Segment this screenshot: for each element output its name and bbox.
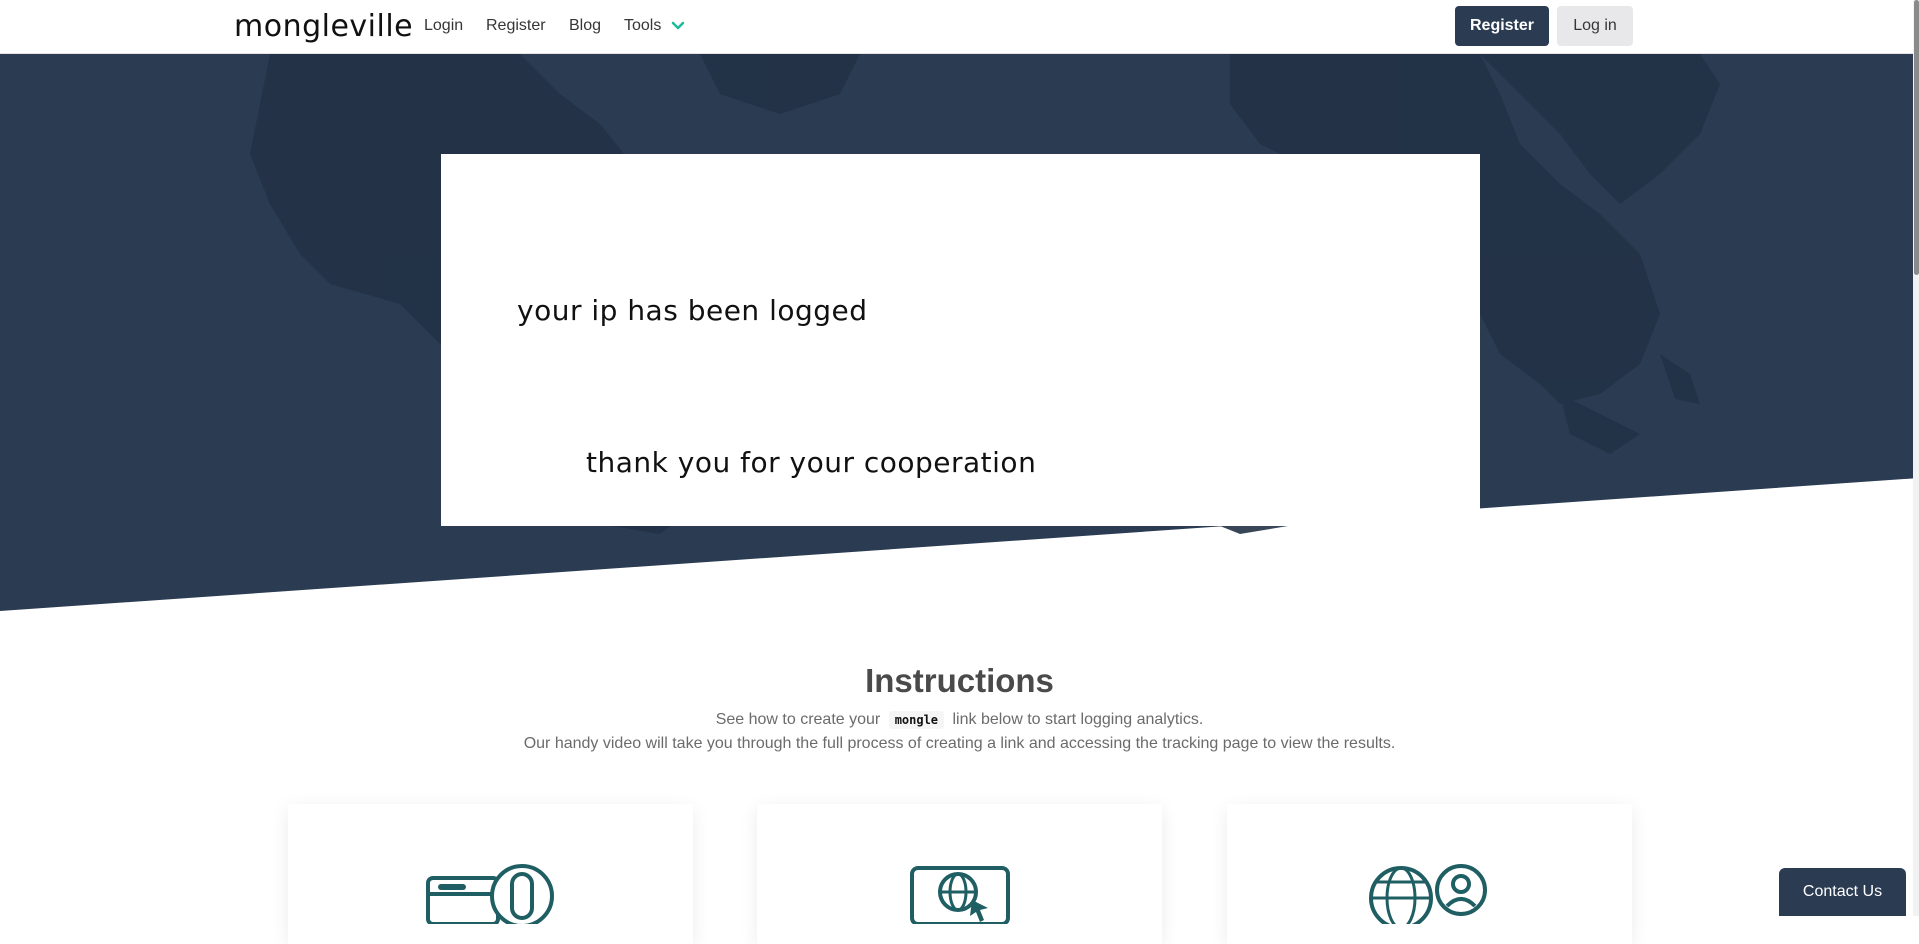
scrollbar-thumb[interactable] [1914, 0, 1919, 275]
instructions-title: Instructions [865, 662, 1054, 699]
instructions-text-after: link below to start logging analytics. [952, 711, 1204, 728]
logged-message: your ip has been logged [517, 294, 868, 327]
feature-card-track-results [1227, 804, 1632, 944]
login-button[interactable]: Log in [1557, 6, 1633, 46]
globe-cursor-icon [909, 866, 1010, 924]
browser-touch-icon [425, 864, 554, 924]
register-button[interactable]: Register [1455, 6, 1549, 46]
globe-user-icon [1368, 864, 1487, 924]
nav-link-register[interactable]: Register [486, 17, 546, 35]
hero-section: your ip has been logged thank you for yo… [0, 54, 1919, 614]
instructions-text-line2: Our handy video will take you through th… [523, 735, 1396, 752]
logged-message-card: your ip has been logged thank you for yo… [441, 154, 1480, 526]
nav-link-blog[interactable]: Blog [569, 17, 601, 35]
mongle-code-tag: mongle [888, 711, 945, 729]
nav-link-login[interactable]: Login [424, 17, 463, 35]
feature-card-create-link [288, 804, 693, 944]
page-scrollbar[interactable] [1913, 0, 1919, 916]
feature-card-share-link [757, 804, 1162, 944]
nav-link-tools[interactable]: Tools [624, 17, 661, 35]
cooperation-message: thank you for your cooperation [586, 446, 1037, 479]
chevron-down-icon[interactable] [670, 18, 686, 34]
contact-us-button[interactable]: Contact Us [1779, 868, 1906, 916]
instructions-text-before: See how to create your [715, 711, 881, 728]
brand-logo[interactable]: mongleville [234, 9, 413, 44]
instructions-text-line1: See how to create your mongle link below… [0, 711, 1919, 729]
top-navbar: mongleville Login Register Blog Tools Re… [0, 0, 1919, 54]
